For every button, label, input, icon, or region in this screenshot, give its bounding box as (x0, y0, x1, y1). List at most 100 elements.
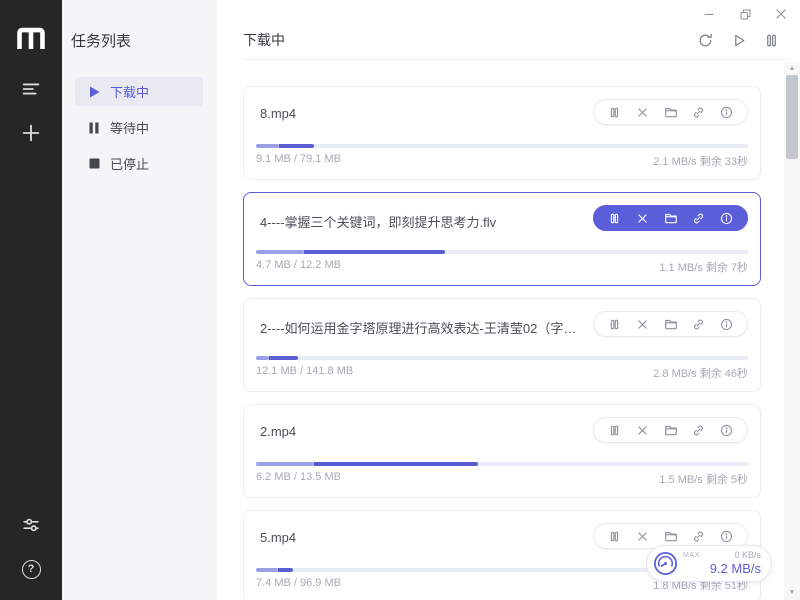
question-mark-icon: ? (22, 560, 41, 579)
open-folder-icon[interactable] (663, 423, 678, 438)
pause-task-icon[interactable] (607, 529, 622, 544)
task-name: 2.mp4 (256, 417, 296, 439)
progress-fill-dark (314, 462, 479, 466)
speed-readout: MAX 0 KB/s 9.2 MB/s (679, 551, 761, 576)
task-card[interactable]: 8.mp4 (243, 86, 761, 180)
progress-fill-dark (278, 568, 293, 572)
copy-link-icon[interactable] (691, 105, 706, 120)
task-action-bar (593, 311, 748, 337)
task-info-icon[interactable] (719, 317, 734, 332)
sidebar-item-label: 已停止 (110, 154, 149, 173)
pause-task-icon[interactable] (607, 423, 622, 438)
delete-task-icon[interactable] (635, 529, 650, 544)
delete-task-icon[interactable] (635, 423, 650, 438)
task-name: 5.mp4 (256, 523, 296, 545)
task-card[interactable]: 2.mp4 (243, 404, 761, 498)
sidebar-item-waiting[interactable]: 等待中 (75, 113, 203, 142)
motrix-logo-icon (16, 26, 46, 50)
copy-link-icon[interactable] (691, 317, 706, 332)
task-progress-bar (256, 462, 748, 466)
delete-task-icon[interactable] (635, 105, 650, 120)
close-button[interactable] (766, 2, 796, 26)
task-name: 2----如何运用金字塔原理进行高效表达-王清莹02（字幕）.flv (256, 311, 586, 337)
pause-icon (88, 122, 100, 134)
task-size-text: 9.1 MB / 79.1 MB (256, 153, 341, 169)
open-folder-icon[interactable] (663, 211, 678, 226)
list-toolbar (693, 30, 789, 50)
vertical-scrollbar[interactable]: ▲ ▼ (784, 62, 800, 600)
delete-task-icon[interactable] (635, 211, 650, 226)
progress-fill-light (256, 568, 278, 572)
icon-rail: ? (0, 0, 62, 600)
open-folder-icon[interactable] (663, 529, 678, 544)
task-action-bar (593, 417, 748, 443)
sidebar-item-label: 等待中 (110, 118, 149, 137)
task-list-nav-icon[interactable] (14, 72, 48, 106)
panel-title: 任务列表 (62, 30, 217, 51)
task-speed-remaining-text: 1.1 MB/s 剩余 7秒 (659, 259, 748, 275)
copy-link-icon[interactable] (691, 423, 706, 438)
progress-fill-light (256, 356, 269, 360)
task-progress-bar (256, 356, 748, 360)
task-size-text: 6.2 MB / 13.5 MB (256, 471, 341, 487)
delete-task-icon[interactable] (635, 317, 650, 332)
task-progress-bar (256, 144, 748, 148)
minimize-button[interactable] (694, 2, 724, 26)
task-info-icon[interactable] (719, 529, 734, 544)
progress-fill-light (256, 144, 279, 148)
play-icon (88, 86, 100, 98)
task-info-icon[interactable] (719, 423, 734, 438)
sidebar-item-label: 下载中 (110, 82, 149, 101)
task-stats: 9.1 MB / 79.1 MB 2.1 MB/s 剩余 33秒 (256, 153, 748, 169)
main-content: 下载中 (217, 0, 800, 600)
task-progress-bar (256, 250, 748, 254)
sidebar-item-stopped[interactable]: 已停止 (75, 149, 203, 178)
window-controls (694, 2, 796, 26)
task-category-panel: 任务列表 下载中 等待中 已停止 (62, 0, 217, 600)
copy-link-icon[interactable] (691, 211, 706, 226)
speedometer-icon (652, 550, 679, 577)
pause-all-icon[interactable] (759, 30, 783, 50)
global-speed-widget[interactable]: MAX 0 KB/s 9.2 MB/s (646, 545, 772, 582)
app-window: ? 任务列表 下载中 等待中 已停止 (0, 0, 800, 600)
refresh-icon[interactable] (693, 30, 717, 50)
open-folder-icon[interactable] (663, 105, 678, 120)
task-speed-remaining-text: 2.8 MB/s 剩余 46秒 (653, 365, 748, 381)
task-card[interactable]: 4----掌握三个关键词，即刻提升思考力.flv (243, 192, 761, 286)
page-title: 下载中 (243, 30, 285, 50)
maximize-restore-button[interactable] (730, 2, 760, 26)
task-size-text: 7.4 MB / 96.9 MB (256, 577, 341, 593)
sidebar-item-downloading[interactable]: 下载中 (75, 77, 203, 106)
task-name: 4----掌握三个关键词，即刻提升思考力.flv (256, 205, 496, 231)
scrollbar-thumb[interactable] (786, 75, 798, 159)
pause-task-icon[interactable] (607, 211, 622, 226)
add-task-icon[interactable] (14, 116, 48, 150)
open-folder-icon[interactable] (663, 317, 678, 332)
progress-fill-dark (279, 144, 313, 148)
task-size-text: 4.7 MB / 12.2 MB (256, 259, 341, 275)
task-size-text: 12.1 MB / 141.8 MB (256, 365, 353, 381)
pause-task-icon[interactable] (607, 105, 622, 120)
preferences-sliders-icon[interactable] (14, 508, 48, 542)
progress-fill-light (256, 250, 304, 254)
task-info-icon[interactable] (719, 105, 734, 120)
upload-speed-value: 0 KB/s (734, 551, 761, 561)
scrollbar-up-arrow[interactable]: ▲ (784, 62, 800, 76)
task-card[interactable]: 2----如何运用金字塔原理进行高效表达-王清莹02（字幕）.flv (243, 298, 761, 392)
help-icon[interactable]: ? (14, 552, 48, 586)
stop-icon (88, 158, 100, 170)
download-speed-value: 9.2 MB/s (679, 562, 761, 576)
task-name: 8.mp4 (256, 99, 296, 121)
scrollbar-down-arrow[interactable]: ▼ (784, 586, 800, 600)
task-action-bar (593, 99, 748, 125)
progress-fill-dark (269, 356, 298, 360)
task-stats: 4.7 MB / 12.2 MB 1.1 MB/s 剩余 7秒 (256, 259, 748, 275)
progress-fill-dark (304, 250, 446, 254)
task-speed-remaining-text: 2.1 MB/s 剩余 33秒 (653, 153, 748, 169)
task-speed-remaining-text: 1.5 MB/s 剩余 5秒 (659, 471, 748, 487)
task-list: 8.mp4 (217, 60, 800, 600)
resume-all-icon[interactable] (726, 30, 750, 50)
pause-task-icon[interactable] (607, 317, 622, 332)
copy-link-icon[interactable] (691, 529, 706, 544)
task-info-icon[interactable] (719, 211, 734, 226)
